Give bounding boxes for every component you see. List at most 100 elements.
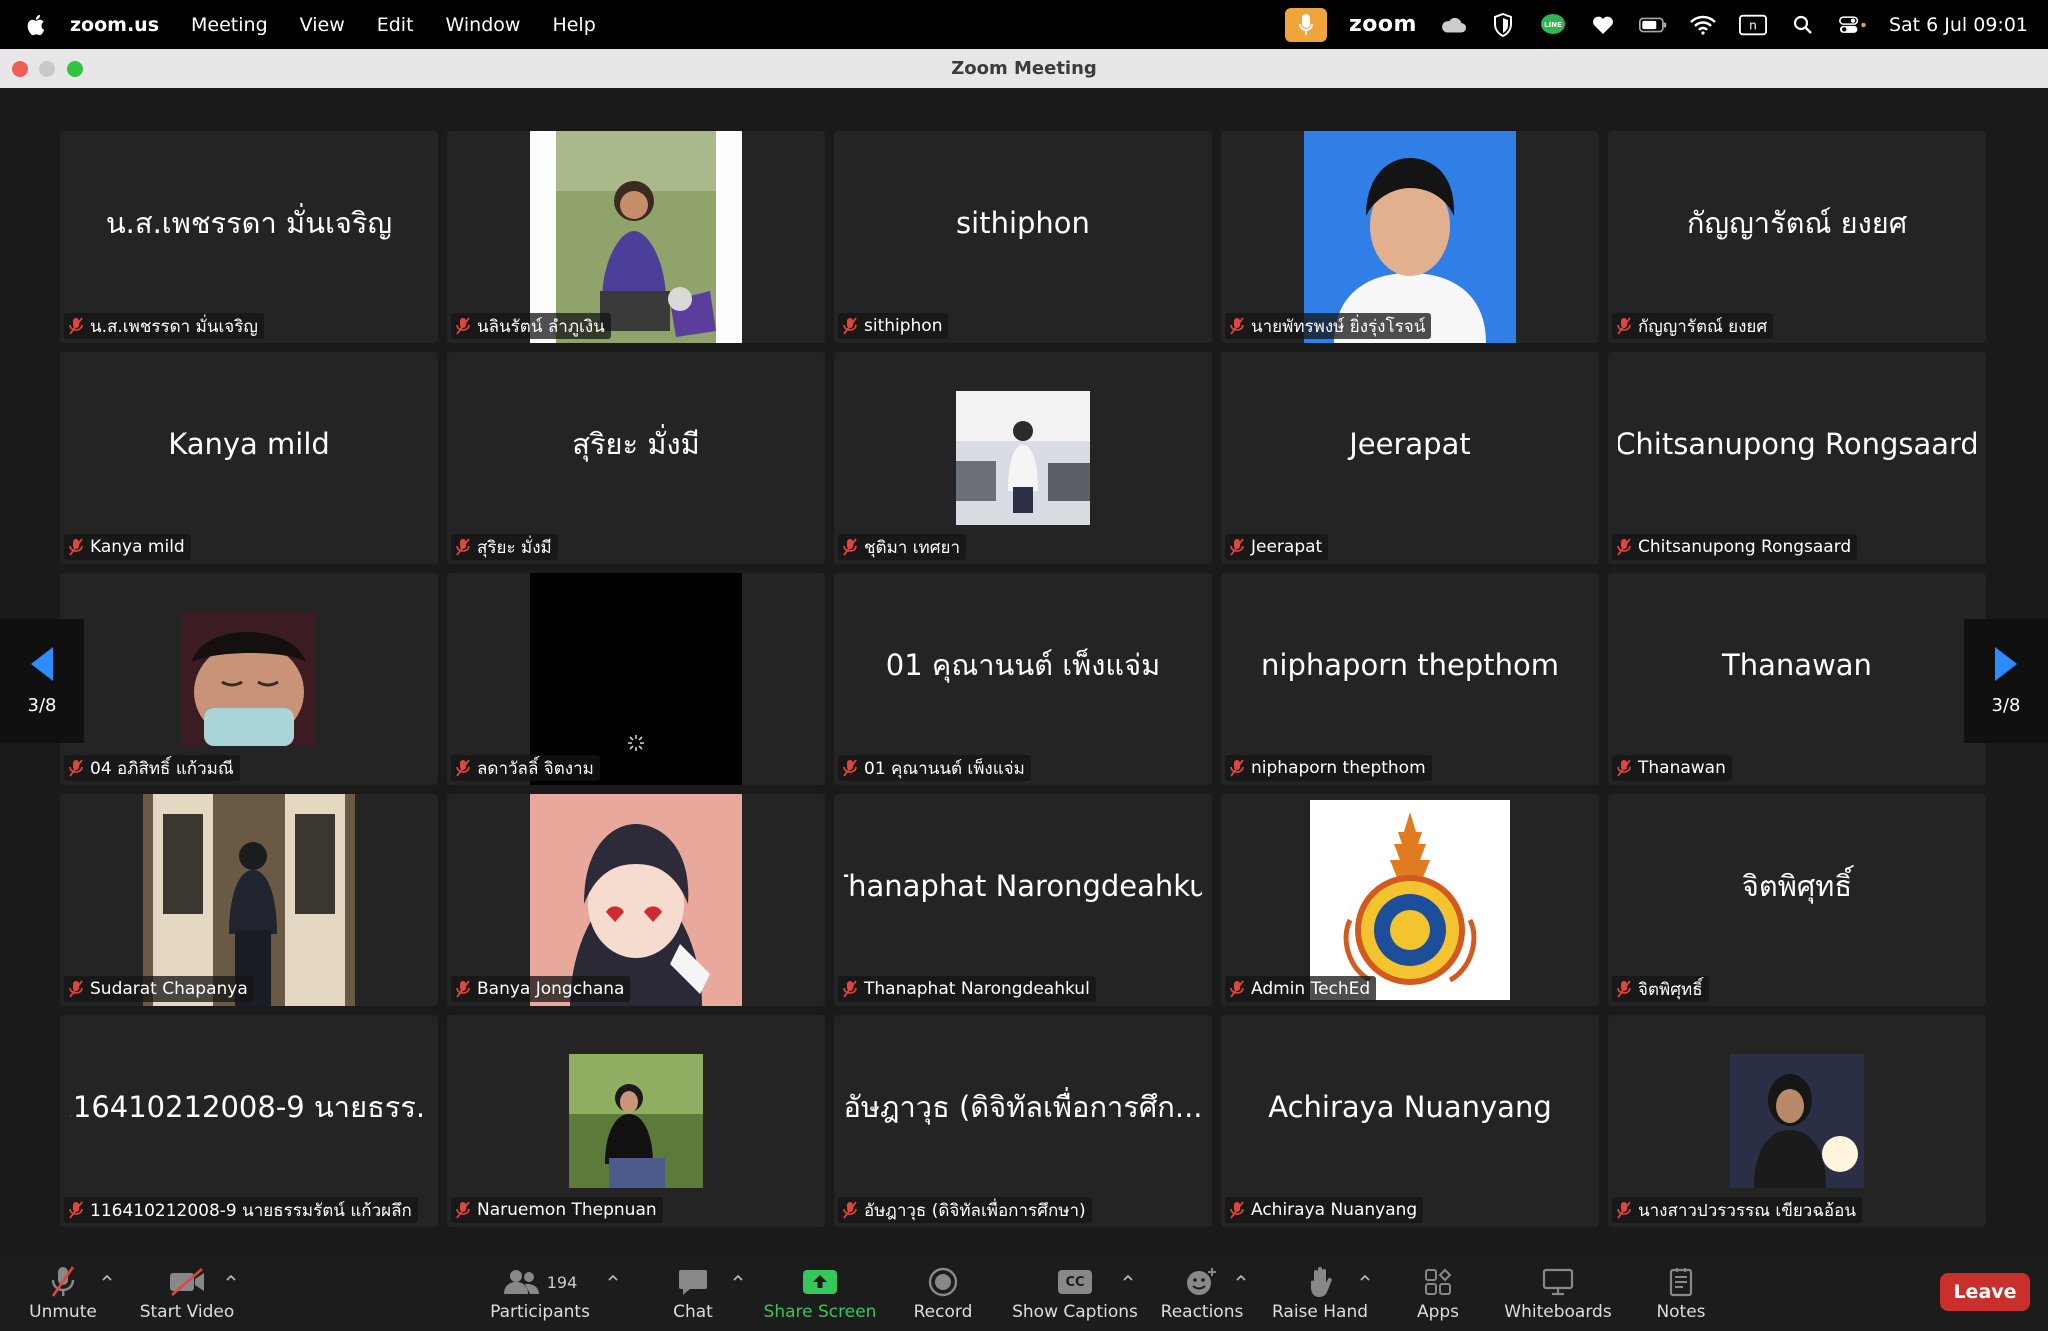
line-icon[interactable]: LINE — [1539, 13, 1567, 37]
chat-button[interactable]: Chat — [664, 1255, 722, 1331]
participant-tile[interactable]: นางสาวปวรวรรณ เขียวฉอ้อน — [1608, 1015, 1986, 1227]
apple-icon[interactable] — [26, 13, 48, 37]
muted-microphone-icon — [456, 538, 470, 556]
participant-tile[interactable]: 116410212008-9 นายธรร... 116410212008-9 … — [60, 1015, 438, 1227]
close-window-button[interactable] — [12, 61, 28, 77]
participant-tile[interactable]: นลินรัตน์ ลำภูเงิน — [447, 131, 825, 343]
participant-name: นลินรัตน์ ลำภูเงิน — [477, 316, 605, 337]
muted-microphone-icon — [843, 1201, 857, 1219]
participant-tile[interactable]: น.ส.เพชรรดา มั่นเจริญ น.ส.เพชรรดา มั่นเจ… — [60, 131, 438, 343]
shield-icon[interactable] — [1489, 12, 1517, 37]
participants-button[interactable]: 194 Participants — [490, 1255, 590, 1331]
audio-options-caret-icon[interactable] — [102, 1273, 112, 1283]
captions-options-caret-icon[interactable] — [1123, 1273, 1133, 1283]
participant-name: Achiraya Nuanyang — [1251, 1200, 1418, 1220]
participant-tile[interactable]: ลดาวัลลิ์ จิตงาม — [447, 573, 825, 785]
participant-tile[interactable]: Admin TechEd — [1221, 794, 1599, 1006]
muted-microphone-icon — [51, 1266, 75, 1297]
participant-grid: น.ส.เพชรรดา มั่นเจริญ น.ส.เพชรรดา มั่นเจ… — [60, 131, 1986, 1227]
menu-edit[interactable]: Edit — [377, 14, 414, 36]
participant-tile[interactable]: Sudarat Chapanya — [60, 794, 438, 1006]
participant-video — [530, 573, 742, 785]
participant-tile[interactable]: Banya Jongchana — [447, 794, 825, 1006]
next-page-button[interactable]: 3/8 — [1964, 619, 2048, 743]
start-video-label: Start Video — [139, 1302, 235, 1322]
participant-tile[interactable]: อัษฎาวุธ (ดิจิทัลเพื่อการศึก... อัษฎาวุธ… — [834, 1015, 1212, 1227]
muted-microphone-icon — [456, 1201, 470, 1219]
video-options-caret-icon[interactable] — [226, 1273, 236, 1283]
heart-icon[interactable] — [1589, 13, 1617, 37]
muted-microphone-icon — [843, 759, 857, 777]
participant-name: Thanawan — [1638, 758, 1726, 778]
participant-tile[interactable]: Jeerapat Jeerapat — [1221, 352, 1599, 564]
participant-tile[interactable]: Kanya mild Kanya mild — [60, 352, 438, 564]
zoom-window-button[interactable] — [67, 61, 83, 77]
record-button[interactable]: Record — [908, 1255, 978, 1331]
cloud-icon[interactable] — [1439, 13, 1467, 37]
university-seal-logo — [1310, 800, 1510, 1000]
participant-tile[interactable]: Achiraya Nuanyang Achiraya Nuanyang — [1221, 1015, 1599, 1227]
participant-tile[interactable]: Chitsanupong Rongsaard Chitsanupong Rong… — [1608, 352, 1986, 564]
menu-app-name[interactable]: zoom.us — [70, 14, 159, 36]
leave-meeting-button[interactable]: Leave — [1940, 1273, 2030, 1311]
participant-tile[interactable]: จิตพิศุทธิ์ จิตพิศุทธิ์ — [1608, 794, 1986, 1006]
participant-tile[interactable]: 01 คุณานนต์ เพ็งแจ่ม 01 คุณานนต์ เพ็งแจ่… — [834, 573, 1212, 785]
participant-name: 116410212008-9 นายธรรมรัตน์ แก้วผลึก — [90, 1200, 412, 1221]
participant-tile[interactable]: Thanaphat Narongdeahkul Thanaphat Narong… — [834, 794, 1212, 1006]
participant-tile[interactable]: สุริยะ มั่งมี สุริยะ มั่งมี — [447, 352, 825, 564]
participant-name-label: Naruemon Thepnuan — [451, 1197, 663, 1223]
muted-microphone-icon — [843, 980, 857, 998]
menu-window[interactable]: Window — [446, 14, 521, 36]
participant-tile[interactable]: sithiphon sithiphon — [834, 131, 1212, 343]
reactions-options-caret-icon[interactable] — [1236, 1273, 1246, 1283]
whiteboards-button[interactable]: Whiteboards — [1504, 1255, 1612, 1331]
raise-hand-button[interactable]: Raise Hand — [1272, 1255, 1368, 1331]
participant-name-label: นายพัทรพงษ์ ยิ่งรุ่งโรจน์ — [1225, 313, 1432, 339]
muted-microphone-icon — [1617, 317, 1631, 335]
show-captions-button[interactable]: CC Show Captions — [1012, 1255, 1138, 1331]
participant-tile[interactable]: ชุติมา เทศยา — [834, 352, 1212, 564]
participant-tile[interactable]: นายพัทรพงษ์ ยิ่งรุ่งโรจน์ — [1221, 131, 1599, 343]
menu-view[interactable]: View — [300, 14, 345, 36]
start-video-button[interactable]: Start Video — [136, 1255, 238, 1331]
participant-name: niphaporn thepthom — [1251, 758, 1426, 778]
previous-page-button[interactable]: 3/8 — [0, 619, 84, 743]
participant-tile[interactable]: Naruemon Thepnuan — [447, 1015, 825, 1227]
participant-name: Thanaphat Narongdeahkul — [864, 979, 1090, 999]
participant-name-label: Jeerapat — [1225, 534, 1329, 560]
share-screen-button[interactable]: Share Screen — [762, 1255, 878, 1331]
reactions-label: Reactions — [1160, 1302, 1244, 1322]
share-screen-icon — [803, 1270, 837, 1294]
menu-meeting[interactable]: Meeting — [191, 14, 268, 36]
raise-hand-options-caret-icon[interactable] — [1360, 1273, 1370, 1283]
unmute-button[interactable]: Unmute — [28, 1255, 98, 1331]
participant-profile-photo — [569, 1054, 703, 1188]
chat-options-caret-icon[interactable] — [733, 1273, 743, 1283]
control-center-icon[interactable] — [1839, 13, 1867, 37]
notes-icon — [1669, 1268, 1693, 1297]
wifi-icon[interactable] — [1689, 13, 1717, 37]
participant-name-label: น.ส.เพชรรดา มั่นเจริญ — [64, 313, 264, 339]
muted-microphone-icon — [69, 317, 83, 335]
participant-tile[interactable]: Thanawan Thanawan — [1608, 573, 1986, 785]
microphone-icon[interactable] — [1284, 7, 1327, 42]
participant-name-label: Thanawan — [1612, 755, 1732, 781]
notes-button[interactable]: Notes — [1652, 1255, 1710, 1331]
participant-tile[interactable]: 04 อภิสิทธิ์ แก้วมณี — [60, 573, 438, 785]
battery-icon[interactable] — [1638, 13, 1667, 37]
participant-name-label: อัษฎาวุธ (ดิจิทัลเพื่อการศึกษา) — [838, 1197, 1092, 1223]
input-source-icon[interactable]: n — [1738, 13, 1767, 37]
cc-badge-text: CC — [1065, 1274, 1085, 1290]
minimize-window-button[interactable] — [39, 61, 55, 77]
participant-tile[interactable]: กัญญารัตณ์ ยงยศ กัญญารัตณ์ ยงยศ — [1608, 131, 1986, 343]
menu-help[interactable]: Help — [552, 14, 595, 36]
reactions-button[interactable]: Reactions — [1160, 1255, 1244, 1331]
participant-name-label: Sudarat Chapanya — [64, 976, 254, 1002]
search-icon[interactable] — [1789, 13, 1817, 37]
apps-button[interactable]: Apps — [1410, 1255, 1466, 1331]
participant-tile[interactable]: niphaporn thepthom niphaporn thepthom — [1221, 573, 1599, 785]
zoom-status-item[interactable]: zoom — [1349, 12, 1417, 37]
participants-options-caret-icon[interactable] — [608, 1273, 618, 1283]
show-captions-label: Show Captions — [1012, 1302, 1138, 1322]
menu-bar-clock[interactable]: Sat 6 Jul 09:01 — [1889, 14, 2028, 36]
